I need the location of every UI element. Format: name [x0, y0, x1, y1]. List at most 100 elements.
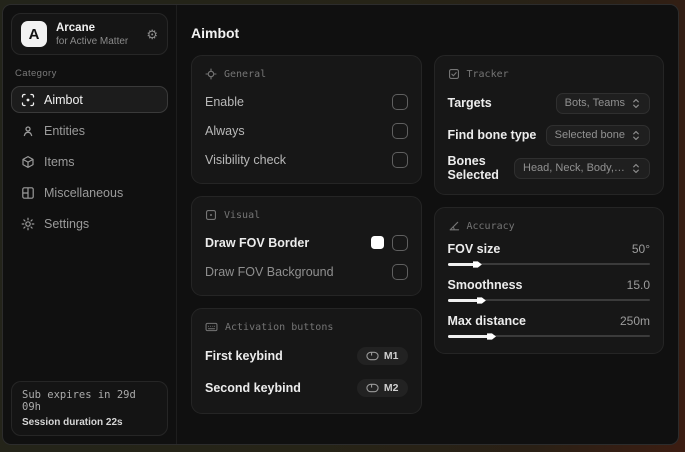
keyboard-icon [205, 322, 218, 332]
fov-border-color-swatch[interactable] [370, 236, 384, 249]
sidebar-item-aimbot[interactable]: Aimbot [11, 86, 168, 113]
subscription-card: Sub expires in 29d 09h Session duration … [11, 381, 168, 436]
unfold-icon [633, 98, 639, 108]
fov-background-checkbox[interactable] [391, 263, 408, 280]
setting-row-always: Always [205, 119, 408, 142]
category-nav: Aimbot Entities Items Miscellaneous Sett… [11, 86, 168, 237]
sidebar-item-label: Entities [44, 123, 85, 138]
activation-header: Activation buttons [205, 321, 408, 333]
slider-thumb[interactable] [476, 297, 486, 304]
gear-icon [21, 217, 35, 230]
general-header: General [205, 68, 408, 80]
activation-header-label: Activation buttons [225, 321, 334, 333]
setting-row-max-distance: Max distance 250m [447, 314, 650, 341]
general-card: General Enable Always Visibility check [191, 55, 422, 184]
brand-text: Arcane for Active Matter [56, 22, 137, 47]
visual-header: Visual [205, 209, 408, 221]
visibility-check-checkbox[interactable] [391, 151, 408, 168]
setting-row-find-bone-type: Find bone type Selected bone [447, 122, 650, 148]
gear-icon[interactable]: ⚙ [146, 28, 158, 41]
target-box-icon [448, 68, 459, 80]
sidebar-item-miscellaneous[interactable]: Miscellaneous [11, 179, 168, 206]
fov-size-value: 50° [631, 242, 650, 256]
setting-row-enable: Enable [205, 90, 408, 113]
select-value: Head, Neck, Body, Pe... [523, 162, 625, 174]
sidebar: A Arcane for Active Matter ⚙ Category Ai… [3, 5, 177, 444]
sidebar-item-label: Miscellaneous [44, 185, 124, 200]
setting-row-first-keybind: First keybind M1 [205, 343, 408, 369]
cube-icon [22, 155, 34, 168]
brand-name: Arcane [56, 21, 95, 34]
slider-thumb[interactable] [472, 261, 482, 268]
visual-card: Visual Draw FOV Border Draw FOV Backgrou… [191, 196, 422, 296]
slider-thumb[interactable] [487, 333, 497, 340]
category-label: Category [15, 68, 57, 79]
sidebar-item-label: Items [44, 154, 75, 169]
activation-card: Activation buttons First keybind M1 Seco… [191, 308, 422, 414]
brand-subtitle: for Active Matter [56, 35, 129, 47]
setting-label: Visibility check [205, 152, 287, 167]
accuracy-header-label: Accuracy [466, 220, 515, 232]
always-checkbox[interactable] [391, 122, 408, 139]
sidebar-item-label: Settings [44, 216, 90, 231]
first-keybind-button[interactable]: M1 [356, 347, 408, 365]
crosshair-icon [205, 68, 217, 80]
setting-label: Draw FOV Background [205, 264, 334, 279]
setting-row-second-keybind: Second keybind M2 [205, 375, 408, 401]
keybind-value: M2 [383, 382, 399, 394]
tracker-header: Tracker [448, 68, 651, 80]
select-value: Bots, Teams [564, 97, 625, 109]
layout-icon [22, 186, 34, 199]
sidebar-item-entities[interactable]: Entities [11, 117, 168, 144]
sidebar-item-label: Aimbot [44, 92, 83, 107]
keybind-value: M1 [383, 350, 399, 362]
brand-logo: A [21, 21, 47, 47]
visual-header-label: Visual [224, 209, 261, 221]
person-scan-icon [23, 125, 33, 136]
setting-label: Always [205, 123, 245, 138]
sidebar-item-items[interactable]: Items [11, 148, 168, 175]
session-duration-text: Session duration 22s [22, 417, 123, 428]
setting-label: First keybind [205, 349, 283, 363]
accuracy-card: Accuracy FOV size 50° Smoothness 15.0 Ma… [433, 207, 664, 354]
setting-label: Second keybind [205, 381, 301, 395]
brand-card: A Arcane for Active Matter ⚙ [11, 13, 168, 55]
setting-row-fov-background: Draw FOV Background [205, 260, 408, 283]
sidebar-item-settings[interactable]: Settings [11, 210, 168, 237]
slider-fill [447, 333, 497, 340]
smoothness-slider[interactable] [447, 295, 650, 305]
select-value: Selected bone [554, 129, 625, 141]
targets-select[interactable]: Bots, Teams [555, 92, 650, 114]
bones-selected-select[interactable]: Head, Neck, Body, Pe... [514, 157, 650, 179]
setting-row-targets: Targets Bots, Teams [448, 90, 650, 116]
mouse-icon [366, 383, 379, 393]
tracker-card: Tracker Targets Bots, Teams Find bone ty… [433, 55, 664, 195]
setting-label: FOV size [447, 242, 501, 256]
max-distance-slider[interactable] [447, 331, 650, 341]
slider-fill [447, 261, 482, 268]
find-bone-type-select[interactable]: Selected bone [545, 124, 650, 146]
smoothness-value: 15.0 [626, 278, 650, 292]
setting-label: Smoothness [447, 278, 523, 292]
setting-label: Bones Selected [447, 154, 499, 182]
fov-size-slider[interactable] [447, 259, 650, 269]
left-column: General Enable Always Visibility check V… [191, 55, 422, 414]
mouse-icon [366, 351, 379, 361]
enable-checkbox[interactable] [391, 93, 408, 110]
crosshair-scan-icon [21, 93, 35, 106]
fov-border-checkbox[interactable] [391, 234, 408, 251]
slider-fill [447, 297, 486, 304]
unfold-icon [633, 130, 639, 140]
setting-label: Find bone type [447, 128, 537, 142]
setting-row-fov-border: Draw FOV Border [205, 231, 408, 254]
setting-row-bones-selected: Bones Selected Head, Neck, Body, Pe... [447, 154, 650, 182]
angle-icon [449, 221, 459, 231]
second-keybind-button[interactable]: M2 [356, 379, 408, 397]
sub-expires-text: Sub expires in 29d 09h [22, 389, 136, 413]
page-title: Aimbot [191, 25, 240, 41]
setting-row-visibility-check: Visibility check [205, 148, 408, 171]
accuracy-header: Accuracy [448, 220, 651, 232]
setting-row-fov-size: FOV size 50° [447, 242, 650, 269]
app-window: A Arcane for Active Matter ⚙ Category Ai… [2, 4, 679, 445]
max-distance-value: 250m [619, 314, 650, 328]
